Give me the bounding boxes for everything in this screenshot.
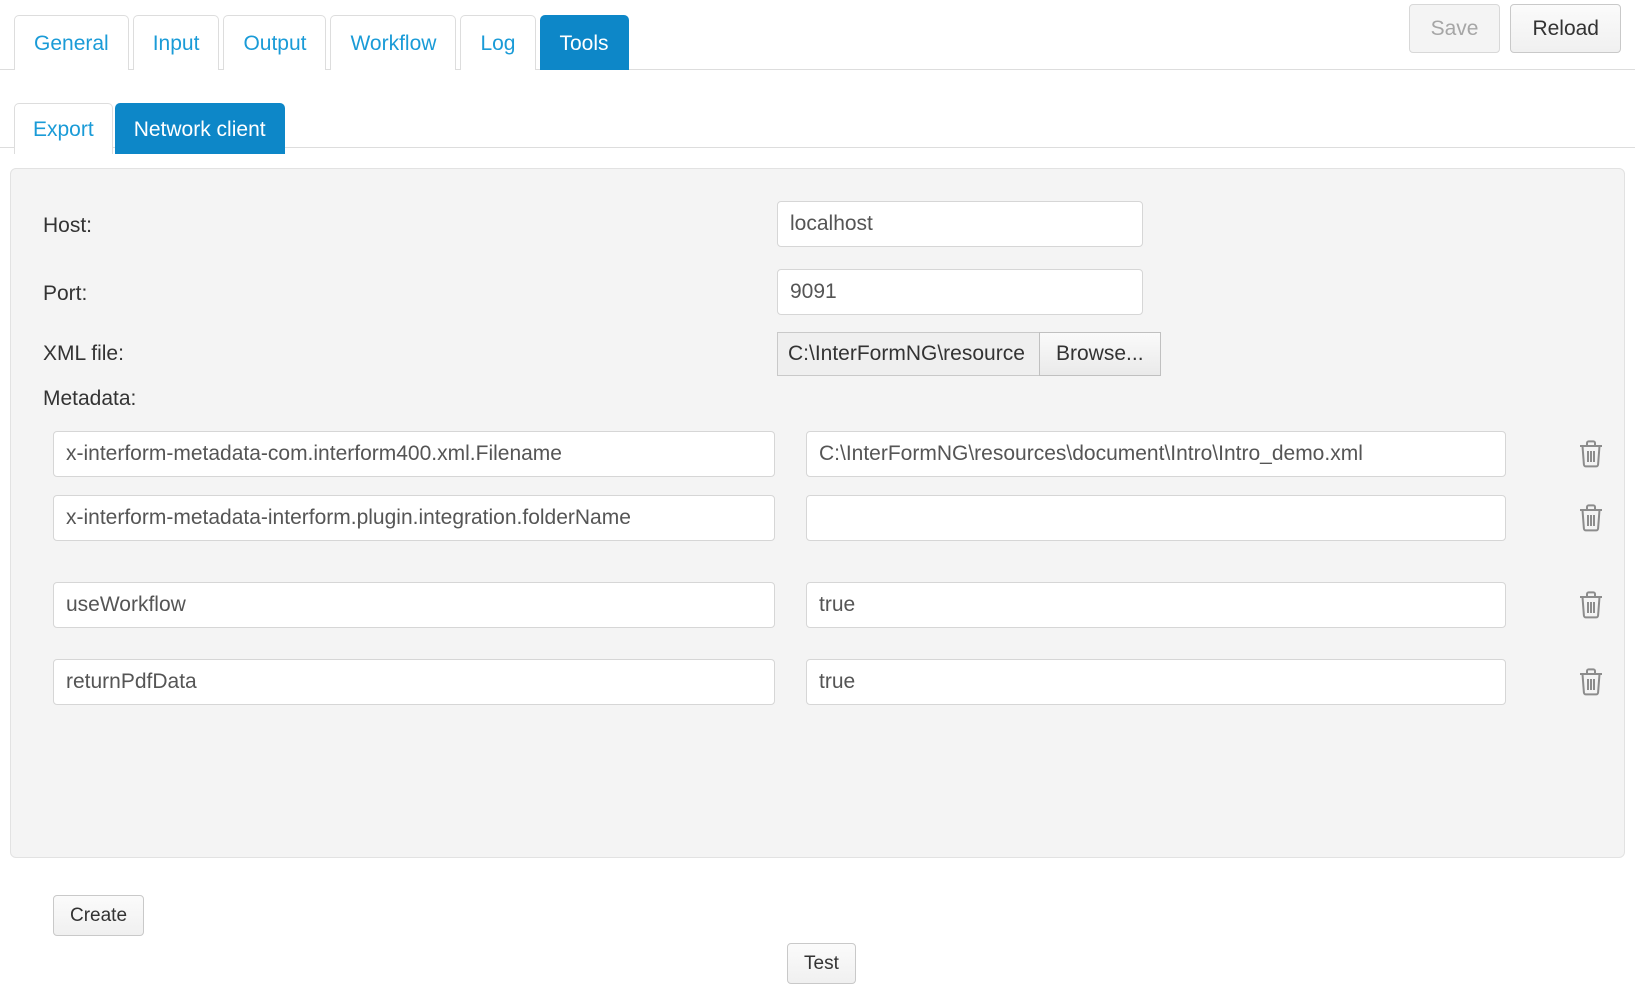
trash-icon [1576, 438, 1606, 470]
metadata-row [11, 582, 1624, 628]
metadata-key-input[interactable] [53, 659, 775, 705]
test-button[interactable]: Test [787, 943, 856, 984]
metadata-key-input[interactable] [53, 582, 775, 628]
trash-icon [1576, 589, 1606, 621]
secondary-tab-bar: Export Network client [0, 70, 1635, 154]
tab-tools[interactable]: Tools [539, 15, 629, 70]
metadata-value-input[interactable] [806, 659, 1506, 705]
xml-file-label: XML file: [43, 342, 124, 365]
xml-file-path-display: C:\InterFormNG\resource [777, 332, 1039, 376]
tab-network-client[interactable]: Network client [114, 103, 285, 154]
port-label: Port: [43, 282, 88, 305]
host-label: Host: [43, 214, 93, 237]
top-action-buttons: Save Reload [1408, 4, 1621, 53]
port-input[interactable] [777, 269, 1143, 315]
metadata-label: Metadata: [43, 387, 137, 410]
tab-workflow[interactable]: Workflow [330, 15, 457, 70]
metadata-value-input[interactable] [806, 431, 1506, 477]
network-client-panel: Host: Port: XML file: C:\InterFormNG\res… [10, 168, 1625, 984]
metadata-value-input[interactable] [806, 495, 1506, 541]
tab-general[interactable]: General [14, 15, 129, 70]
metadata-row [11, 431, 1624, 477]
trash-icon [1576, 502, 1606, 534]
metadata-label-row: Metadata: [11, 374, 1624, 424]
delete-metadata-button[interactable] [1570, 497, 1612, 539]
primary-tab-bar: General Input Output Workflow Log Tools … [0, 0, 1635, 70]
tab-log[interactable]: Log [460, 15, 536, 70]
metadata-row [11, 495, 1624, 541]
xml-file-field-row: XML file: C:\InterFormNG\resource Browse… [11, 329, 1624, 379]
delete-metadata-button[interactable] [1570, 433, 1612, 475]
metadata-key-input[interactable] [53, 431, 775, 477]
delete-metadata-button[interactable] [1570, 584, 1612, 626]
xml-file-picker[interactable]: C:\InterFormNG\resource Browse... [777, 332, 1161, 376]
browse-button[interactable]: Browse... [1039, 332, 1161, 376]
host-input[interactable] [777, 201, 1143, 247]
create-button[interactable]: Create [53, 895, 145, 936]
metadata-value-input[interactable] [806, 582, 1506, 628]
tab-export[interactable]: Export [14, 103, 113, 154]
metadata-row [11, 659, 1624, 705]
trash-icon [1576, 666, 1606, 698]
metadata-key-input[interactable] [53, 495, 775, 541]
save-button[interactable]: Save [1408, 4, 1501, 53]
host-field-row: Host: [11, 201, 1624, 251]
delete-metadata-button[interactable] [1570, 661, 1612, 703]
port-field-row: Port: [11, 269, 1624, 319]
reload-button[interactable]: Reload [1510, 4, 1621, 53]
tab-output[interactable]: Output [223, 15, 327, 70]
tab-input[interactable]: Input [132, 15, 220, 70]
